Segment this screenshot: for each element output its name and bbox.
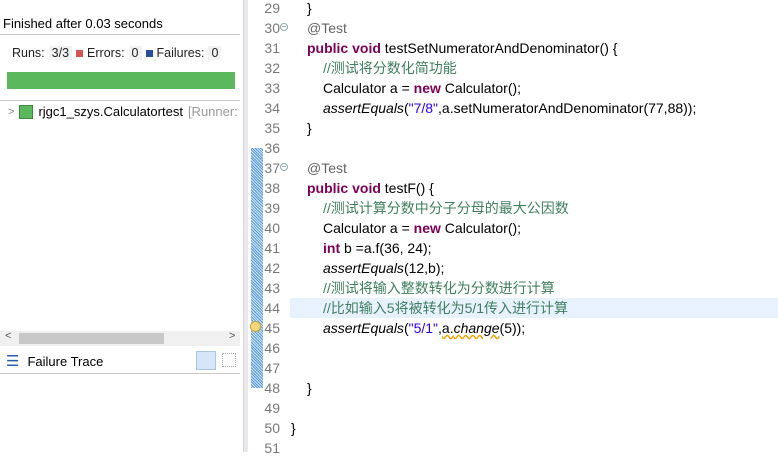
compare-results-button[interactable]: [222, 353, 236, 367]
divider: [0, 100, 240, 101]
stack-trace-icon: ☰: [6, 353, 20, 370]
code-text: @Test: [307, 20, 347, 36]
line-number: 36: [264, 140, 280, 156]
line-number: 45: [264, 320, 280, 336]
warning-lightbulb-icon[interactable]: [250, 321, 261, 332]
code-line[interactable]: 41 int b =a.f(36, 24);: [248, 238, 778, 258]
line-number: 38: [264, 180, 280, 196]
line-number: 32: [264, 60, 280, 76]
line-number: 33: [264, 80, 280, 96]
failure-trace-label: Failure Trace: [27, 353, 104, 369]
code-line[interactable]: 31 public void testSetNumeratorAndDenomin…: [248, 38, 778, 58]
code-line[interactable]: 34 assertEquals("7/8",a.setNumeratorAndDe…: [248, 98, 778, 118]
fold-collapse-icon[interactable]: −: [280, 23, 288, 31]
line-number: 31: [264, 40, 280, 56]
code-line[interactable]: 49: [248, 398, 778, 418]
code-line[interactable]: 40 Calculator a = new Calculator();: [248, 218, 778, 238]
code-text: public void testSetNumeratorAndDenominat…: [307, 40, 618, 56]
scroll-left-icon[interactable]: <: [5, 330, 11, 342]
line-number: 50: [264, 420, 280, 436]
chevron-right-icon[interactable]: >: [8, 106, 14, 118]
code-text: assertEquals("7/8",a.setNumeratorAndDeno…: [323, 100, 697, 116]
code-text: //比如输入5将被转化为5/1传入进行计算: [323, 300, 569, 316]
failures-label: Failures:: [156, 46, 205, 60]
scroll-right-icon[interactable]: >: [229, 330, 235, 342]
code-line[interactable]: 50}: [248, 418, 778, 438]
line-number: 47: [264, 360, 280, 376]
failure-trace-header: ☰ Failure Trace: [6, 352, 103, 370]
junit-panel: Finished after 0.03 seconds Runs: 3/3 Er…: [0, 0, 243, 452]
code-text: @Test: [307, 160, 347, 176]
error-icon: [76, 49, 84, 57]
line-number: 34: [264, 100, 280, 116]
test-tree-item[interactable]: > rjgc1_szys.Calculatortest [Runner:: [8, 104, 238, 119]
code-line[interactable]: 39 //测试计算分数中分子分母的最大公因数: [248, 198, 778, 218]
test-class-icon: [19, 104, 34, 119]
code-text: //测试计算分数中分子分母的最大公因数: [323, 200, 569, 216]
fold-collapse-icon[interactable]: −: [280, 163, 288, 171]
runs-label: Runs:: [12, 46, 45, 60]
line-number: 43: [264, 280, 280, 296]
line-number: 30: [264, 20, 280, 36]
code-line[interactable]: 43 //测试将输入整数转化为分数进行计算: [248, 278, 778, 298]
code-line[interactable]: 46: [248, 338, 778, 358]
code-line[interactable]: 48}: [248, 378, 778, 398]
horizontal-scrollbar[interactable]: < >: [0, 330, 240, 346]
run-status: Finished after 0.03 seconds: [3, 16, 163, 31]
code-line[interactable]: 44 //比如输入5将被转化为5/1传入进行计算: [248, 298, 778, 318]
code-line[interactable]: 37− @Test: [248, 158, 778, 178]
line-number: 51: [264, 440, 280, 456]
line-number: 37: [264, 160, 280, 176]
code-line[interactable]: 33 Calculator a = new Calculator();: [248, 78, 778, 98]
code-line[interactable]: 36: [248, 138, 778, 158]
code-text: }: [307, 120, 312, 136]
divider: [0, 34, 240, 35]
failures-value: 0: [208, 46, 222, 60]
scrollbar-thumb[interactable]: [19, 333, 164, 344]
code-line[interactable]: 29}: [248, 0, 778, 18]
divider: [0, 373, 240, 374]
test-class-name: rjgc1_szys.Calculatortest: [38, 104, 183, 119]
code-text: }: [307, 0, 312, 16]
code-text: }: [307, 380, 312, 396]
line-number: 48: [264, 380, 280, 396]
runner-label: [Runner:: [187, 104, 238, 119]
code-text: public void testF() {: [307, 180, 434, 196]
line-number: 29: [264, 0, 280, 16]
progress-bar: [7, 72, 235, 89]
line-number: 39: [264, 200, 280, 216]
code-text: Calculator a = new Calculator();: [323, 220, 522, 236]
code-line[interactable]: 47: [248, 358, 778, 378]
line-number: 49: [264, 400, 280, 416]
code-line[interactable]: 38 public void testF() {: [248, 178, 778, 198]
code-text: assertEquals("5/1",a.change(5));: [323, 320, 526, 336]
line-number: 40: [264, 220, 280, 236]
code-text: int b =a.f(36, 24);: [323, 240, 432, 256]
errors-label: Errors:: [87, 46, 125, 60]
run-counts: Runs: 3/3 Errors: 0 Failures: 0: [12, 46, 222, 60]
line-number: 46: [264, 340, 280, 356]
failure-icon: [145, 49, 153, 57]
line-number: 44: [264, 300, 280, 316]
code-line[interactable]: 32 //测试将分数化简功能: [248, 58, 778, 78]
code-line[interactable]: 35}: [248, 118, 778, 138]
line-number: 41: [264, 240, 280, 256]
runs-value: 3/3: [48, 46, 73, 60]
code-text: //测试将分数化简功能: [323, 60, 457, 76]
line-number: 35: [264, 120, 280, 136]
code-text: assertEquals(12,b);: [323, 260, 445, 276]
code-text: Calculator a = new Calculator();: [323, 80, 522, 96]
code-line[interactable]: 51: [248, 438, 778, 458]
code-line[interactable]: 45 assertEquals("5/1",a.change(5));: [248, 318, 778, 338]
line-number: 42: [264, 260, 280, 276]
code-line[interactable]: 30− @Test: [248, 18, 778, 38]
code-line[interactable]: 42 assertEquals(12,b);: [248, 258, 778, 278]
code-editor[interactable]: 29} 30− @Test 31 public void testSetNumerato…: [248, 0, 778, 456]
code-text: }: [291, 420, 296, 436]
filter-stack-trace-button[interactable]: [196, 351, 216, 370]
errors-value: 0: [128, 46, 142, 60]
code-text: //测试将输入整数转化为分数进行计算: [323, 280, 555, 296]
